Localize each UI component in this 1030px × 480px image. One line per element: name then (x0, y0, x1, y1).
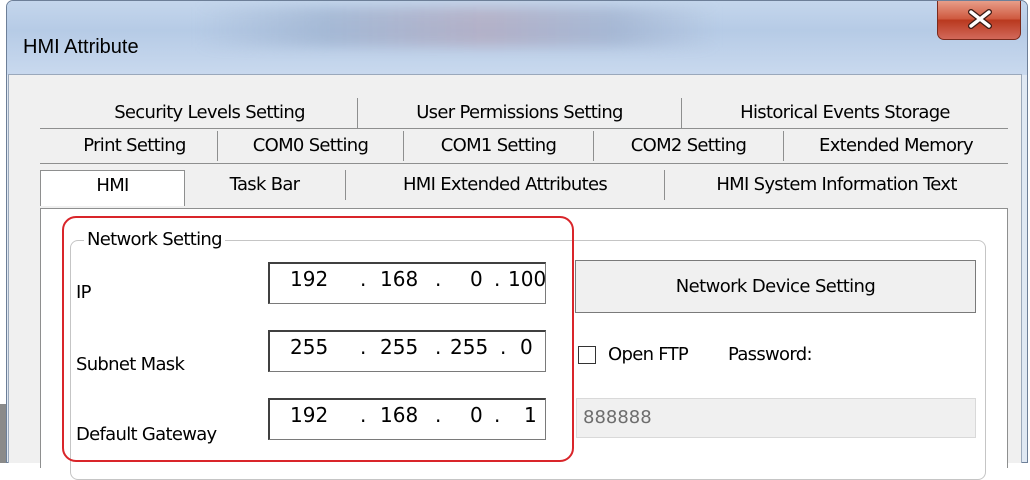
tab-com1-setting[interactable]: COM1 Setting (404, 131, 594, 161)
tab-security-levels-setting[interactable]: Security Levels Setting (62, 98, 358, 128)
tab-com0-setting[interactable]: COM0 Setting (218, 131, 404, 161)
tab-task-bar[interactable]: Task Bar (184, 170, 346, 200)
close-button[interactable] (937, 1, 1021, 40)
tab-hmi[interactable]: HMI (40, 170, 185, 206)
highlight-annotation (62, 216, 574, 462)
open-ftp-checkbox[interactable] (578, 346, 596, 364)
title-bar[interactable]: HMI Attribute (7, 1, 1027, 75)
tab-com2-setting[interactable]: COM2 Setting (594, 131, 784, 161)
network-device-setting-button[interactable]: Network Device Setting (575, 260, 976, 313)
tab-row-divider (40, 163, 1008, 164)
tab-historical-events-storage[interactable]: Historical Events Storage (682, 98, 1008, 128)
window-title: HMI Attribute (23, 36, 139, 58)
tab-hmi-extended-attributes[interactable]: HMI Extended Attributes (346, 170, 665, 200)
password-label: Password: (728, 344, 813, 365)
tab-print-setting[interactable]: Print Setting (52, 131, 218, 161)
open-ftp-label[interactable]: Open FTP (608, 344, 689, 365)
tab-user-permissions-setting[interactable]: User Permissions Setting (358, 98, 682, 128)
tab-hmi-system-information-text[interactable]: HMI System Information Text (665, 170, 1008, 200)
tab-row-divider (40, 128, 1008, 129)
ftp-password-input[interactable]: 888888 (576, 398, 976, 438)
tab-extended-memory[interactable]: Extended Memory (784, 131, 1008, 161)
blurred-background (197, 7, 717, 47)
close-icon (968, 9, 992, 29)
